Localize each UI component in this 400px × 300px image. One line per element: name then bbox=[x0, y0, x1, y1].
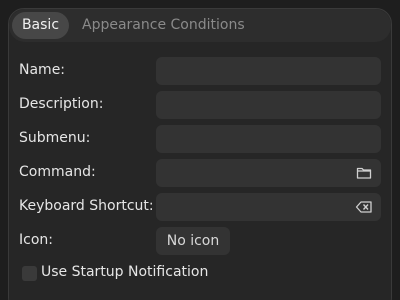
startup-notification-checkbox[interactable] bbox=[22, 266, 37, 281]
no-icon-button[interactable]: No icon bbox=[156, 227, 230, 255]
description-label: Description: bbox=[19, 96, 104, 112]
submenu-label: Submenu: bbox=[19, 130, 91, 146]
properties-panel bbox=[8, 8, 392, 300]
folder-icon[interactable] bbox=[355, 164, 373, 182]
keyboard-shortcut-input[interactable] bbox=[156, 193, 381, 221]
submenu-input[interactable] bbox=[156, 125, 381, 153]
name-label: Name: bbox=[19, 62, 66, 78]
tab-bar: Basic Appearance Conditions bbox=[9, 9, 391, 42]
tab-appearance-conditions[interactable]: Appearance Conditions bbox=[82, 12, 245, 39]
startup-notification-label[interactable]: Use Startup Notification bbox=[41, 264, 208, 280]
command-label: Command: bbox=[19, 164, 96, 180]
tab-basic[interactable]: Basic bbox=[12, 12, 69, 39]
name-input[interactable] bbox=[156, 57, 381, 85]
keyboard-shortcut-label: Keyboard Shortcut: bbox=[19, 198, 154, 214]
command-input[interactable] bbox=[156, 159, 381, 187]
icon-label: Icon: bbox=[19, 232, 53, 248]
clear-backspace-icon[interactable] bbox=[355, 198, 373, 216]
description-input[interactable] bbox=[156, 91, 381, 119]
